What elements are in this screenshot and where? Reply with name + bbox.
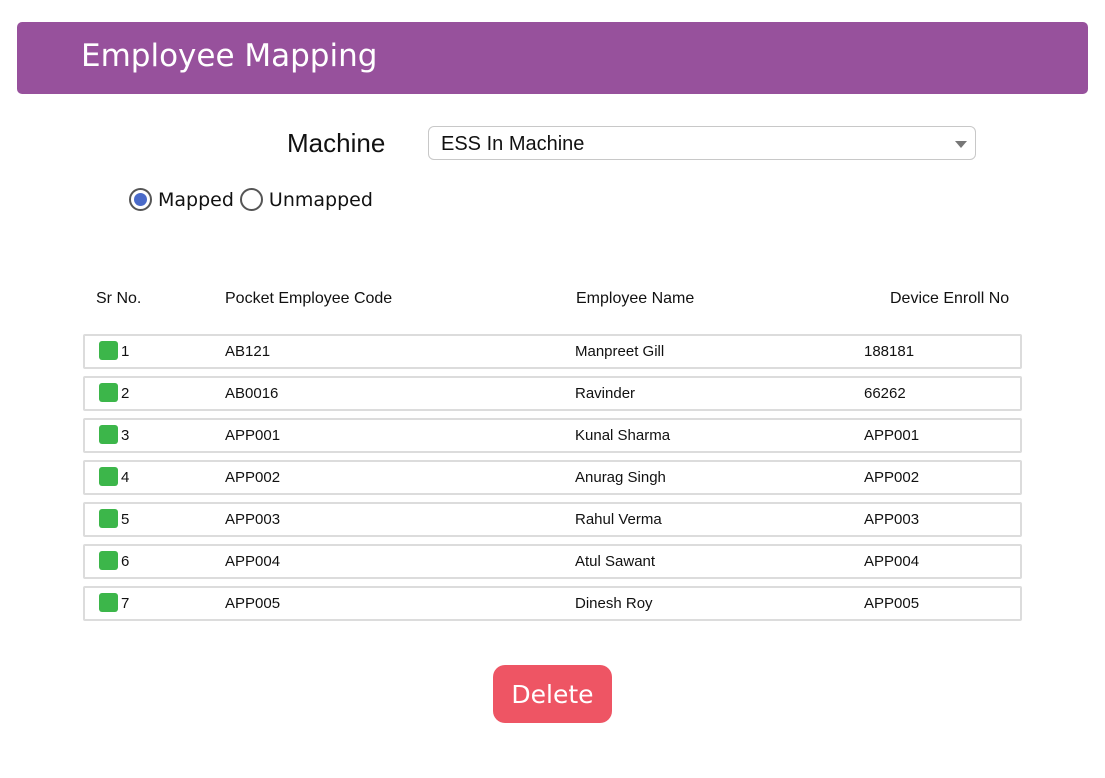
table-row[interactable]: 5 APP003 Rahul Verma APP003 — [83, 502, 1022, 537]
table-row[interactable]: 3 APP001 Kunal Sharma APP001 — [83, 418, 1022, 453]
table-row[interactable]: 7 APP005 Dinesh Roy APP005 — [83, 586, 1022, 621]
cell-employee-code: APP005 — [225, 595, 281, 612]
cell-sr-no: 7 — [121, 595, 130, 612]
table-header: Sr No. Pocket Employee Code Employee Nam… — [0, 290, 1105, 310]
cell-employee-name: Dinesh Roy — [575, 595, 653, 612]
cell-device-enroll-no: APP001 — [864, 427, 920, 444]
employee-table-body: 1 AB121 Manpreet Gill 188181 2 AB0016 Ra… — [83, 334, 1022, 628]
cell-sr-no: 3 — [121, 427, 130, 444]
row-checkbox[interactable] — [99, 341, 118, 360]
cell-device-enroll-no: APP002 — [864, 469, 920, 486]
row-checkbox[interactable] — [99, 383, 118, 402]
row-checkbox[interactable] — [99, 467, 118, 486]
table-row[interactable]: 4 APP002 Anurag Singh APP002 — [83, 460, 1022, 495]
cell-employee-code: APP001 — [225, 427, 281, 444]
page-header: Employee Mapping — [17, 22, 1088, 94]
cell-sr-no: 2 — [121, 385, 130, 402]
cell-employee-name: Rahul Verma — [575, 511, 662, 528]
table-row[interactable]: 6 APP004 Atul Sawant APP004 — [83, 544, 1022, 579]
mapping-filter-radio-group: Mapped Unmapped — [129, 188, 379, 211]
cell-employee-code: APP003 — [225, 511, 281, 528]
machine-select[interactable]: ESS In Machine — [428, 126, 976, 160]
cell-device-enroll-no: 188181 — [864, 343, 915, 360]
cell-employee-code: AB121 — [225, 343, 271, 360]
radio-unmapped-label: Unmapped — [268, 188, 373, 211]
page-title: Employee Mapping — [81, 38, 378, 74]
cell-employee-code: APP002 — [225, 469, 281, 486]
machine-label: Machine — [287, 128, 386, 158]
table-row[interactable]: 2 AB0016 Ravinder 66262 — [83, 376, 1022, 411]
row-checkbox[interactable] — [99, 425, 118, 444]
delete-button[interactable]: Delete — [493, 665, 612, 723]
radio-mapped[interactable]: Mapped — [129, 188, 234, 211]
chevron-down-icon — [955, 141, 967, 148]
cell-sr-no: 4 — [121, 469, 130, 486]
cell-employee-name: Anurag Singh — [575, 469, 666, 486]
machine-select-value: ESS In Machine — [441, 133, 585, 155]
row-checkbox[interactable] — [99, 551, 118, 570]
cell-device-enroll-no: APP005 — [864, 595, 920, 612]
cell-employee-code: APP004 — [225, 553, 281, 570]
table-row[interactable]: 1 AB121 Manpreet Gill 188181 — [83, 334, 1022, 369]
cell-employee-code: AB0016 — [225, 385, 279, 402]
column-header-employee-name: Employee Name — [576, 290, 695, 307]
cell-device-enroll-no: APP004 — [864, 553, 920, 570]
column-header-sr-no: Sr No. — [96, 290, 142, 307]
radio-dot-icon — [134, 193, 147, 206]
cell-device-enroll-no: APP003 — [864, 511, 920, 528]
radio-unmapped[interactable]: Unmapped — [239, 188, 373, 211]
row-checkbox[interactable] — [99, 593, 118, 612]
column-header-device-enroll-no: Device Enroll No — [890, 290, 1010, 307]
radio-mapped-label: Mapped — [158, 188, 234, 211]
radio-button-unchecked[interactable] — [239, 188, 263, 211]
cell-employee-name: Atul Sawant — [575, 553, 656, 570]
cell-employee-name: Ravinder — [575, 385, 636, 402]
radio-button-checked[interactable] — [129, 188, 152, 211]
column-header-employee-code: Pocket Employee Code — [225, 290, 393, 307]
cell-sr-no: 5 — [121, 511, 130, 528]
cell-sr-no: 1 — [121, 343, 130, 360]
cell-device-enroll-no: 66262 — [864, 385, 906, 402]
cell-employee-name: Kunal Sharma — [575, 427, 671, 444]
cell-employee-name: Manpreet Gill — [575, 343, 665, 360]
cell-sr-no: 6 — [121, 553, 130, 570]
row-checkbox[interactable] — [99, 509, 118, 528]
